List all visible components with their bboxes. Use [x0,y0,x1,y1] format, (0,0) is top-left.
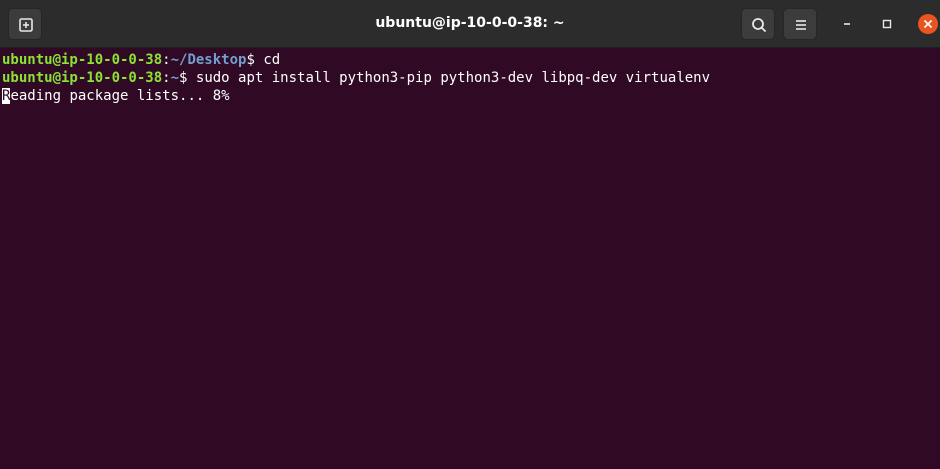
title-bar[interactable]: ubuntu@ip-10-0-0-38: ~ [0,0,940,48]
close-button[interactable] [916,12,940,36]
search-button[interactable] [741,8,775,40]
maximize-button[interactable] [875,12,899,36]
prompt-path: ~ [170,70,180,86]
command-text: cd [263,52,281,68]
new-tab-button[interactable] [8,8,42,40]
prompt-user-host: ubuntu@ip-10-0-0-38 [2,70,163,86]
maximize-icon [882,19,892,29]
hamburger-menu-icon [796,20,806,30]
prompt-user-host: ubuntu@ip-10-0-0-38 [2,52,163,68]
search-icon [752,18,766,32]
prompt-dollar: $ [246,52,264,68]
terminal-content[interactable]: ubuntu@ip-10-0-0-38:~/Desktop$ cd ubuntu… [0,48,940,469]
prompt-separator: : [162,52,171,68]
terminal-window: ubuntu@ip-10-0-0-38: ~ ubuntu@ip-10-0-0-… [0,0,940,469]
minimize-icon [844,23,850,25]
menu-button[interactable] [783,8,817,40]
output-text: eading package lists... 8% [10,88,230,104]
new-tab-icon [19,18,33,32]
prompt-dollar: $ [179,70,196,86]
prompt-path: ~/Desktop [170,52,247,68]
command-text: sudo apt install python3-pip python3-dev… [195,70,711,86]
terminal-line-2: ubuntu@ip-10-0-0-38:~$ sudo apt install … [2,68,710,88]
close-icon [918,14,938,34]
prompt-separator: : [162,70,171,86]
terminal-output-line: Reading package lists... 8% [2,86,230,106]
minimize-button[interactable] [835,12,859,36]
terminal-line-1: ubuntu@ip-10-0-0-38:~/Desktop$ cd [2,50,280,70]
